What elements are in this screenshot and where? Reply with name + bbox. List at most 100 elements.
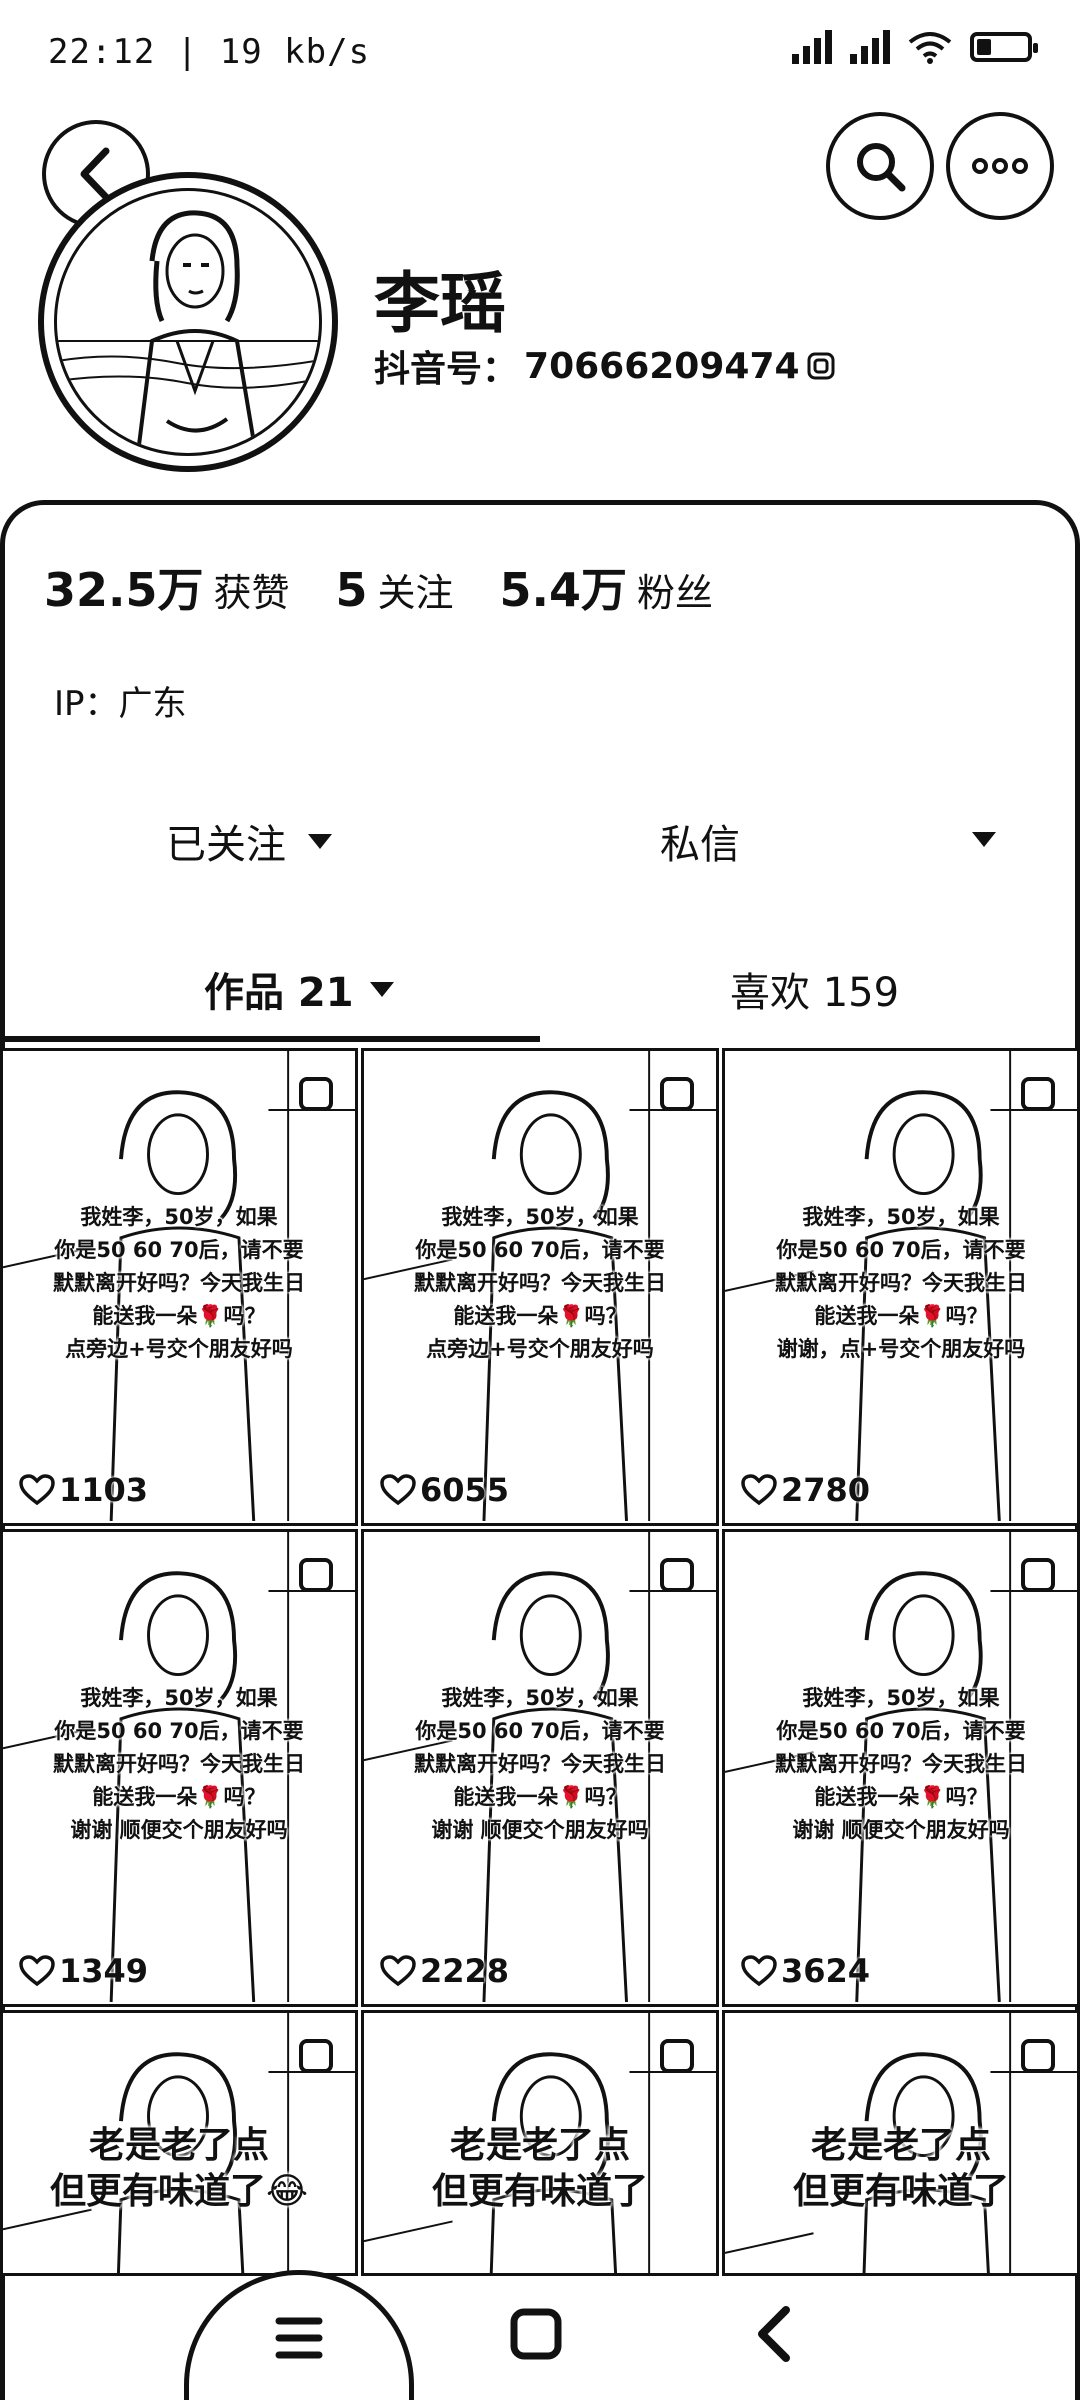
back-chevron-icon [758,2306,790,2362]
video-caption: 我姓李，50岁，如果你是50 60 70后，请不要 默默离开好吗？今天我生日 能送我… [725,1201,1077,1366]
heart-icon [19,1474,55,1506]
video-tile[interactable]: 老是老了点 但更有味道了😂 [0,2010,358,2276]
video-tile[interactable]: 我姓李，50岁，如果你是50 60 70后，请不要 默默离开好吗？今天我生日 能送我… [361,1529,719,2007]
like-count-value: 1103 [59,1471,149,1509]
caption-line: 点旁边+号交个朋友好吗 [65,1337,293,1361]
caption-line: 老是老了点 [88,2125,269,2166]
following-label[interactable]: 关注 [378,562,454,617]
caption-line: 我姓李，50岁，如果 [80,1205,278,1229]
caption-line: 我姓李，50岁，如果 [802,1205,1000,1229]
more-options-caret-icon[interactable] [972,832,996,847]
heart-icon [741,1955,777,1987]
like-count-value: 2780 [781,1471,871,1509]
select-checkbox[interactable] [299,1077,333,1111]
caption-line: 能送我一朵🌹吗？ [92,1304,266,1328]
select-checkbox[interactable] [1021,1077,1055,1111]
signal-icon [792,30,832,64]
more-dots-icon [972,158,1028,174]
followers-label[interactable]: 粉丝 [637,562,713,617]
video-like-count: 3624 [741,1952,870,1990]
caption-line: 我姓李，50岁，如果 [80,1686,278,1710]
video-caption: 老是老了点但更有味道了 [364,2123,716,2215]
likes-received-count[interactable]: 32.5万 [44,554,204,620]
caption-line: 我姓李，50岁，如果 [802,1686,1000,1710]
heart-icon [380,1474,416,1506]
following-count[interactable]: 5 [336,563,368,617]
message-button[interactable]: 私信 [660,812,740,870]
caption-line: 你是50 60 70后，请不要 [776,1238,1026,1262]
caret-down-icon [308,833,332,849]
video-caption: 我姓李，50岁，如果 你是50 60 70后，请不要 默默离开好吗？今天我生日 能送我… [3,1682,355,1847]
caption-line: 能送我一朵🌹吗？ [814,1304,988,1328]
video-tile[interactable]: 老是老了点但更有味道了 [361,2010,719,2276]
caption-line: 默默离开好吗？今天我生日 [53,1752,305,1776]
avatar-image [54,188,322,456]
caption-line: 你是50 60 70后，请不要 [776,1719,1026,1743]
video-tile[interactable]: 我姓李，50岁，如果 你是50 60 70后，请不要 默默离开好吗？今天我生日 能送我… [0,1048,358,1526]
caption-line: 点旁边+号交个朋友好吗 [426,1337,654,1361]
likes-received-label[interactable]: 获赞 [214,562,290,617]
caption-line: 能送我一朵🌹吗？ [92,1785,266,1809]
select-checkbox[interactable] [299,2039,333,2073]
status-icons [792,30,1038,64]
tab-works[interactable]: 作品 21 [204,960,394,1018]
portrait-sketch [57,210,319,453]
menu-icon [275,2317,323,2358]
avatar[interactable] [38,172,338,472]
nav-back-button[interactable] [750,2304,800,2368]
caret-down-icon [369,981,394,997]
battery-icon [970,32,1038,62]
video-tile[interactable]: 我姓李，50岁，如果你是50 60 70后，请不要 默默离开好吗？今天我生日 能送我… [722,1048,1080,1526]
caption-line: 老是老了点 [449,2125,630,2166]
caption-line: 你是50 60 70后，请不要 [415,1719,665,1743]
tab-likes[interactable]: 喜欢 159 [730,960,899,1018]
caption-line: 默默离开好吗？今天我生日 [414,1752,666,1776]
wifi-icon [908,32,952,64]
video-tile[interactable]: 我姓李，50岁，如果 你是50 60 70后，请不要 默默离开好吗？今天我生日 能送我… [361,1048,719,1526]
followed-button[interactable]: 已关注 [166,812,332,870]
caption-line: 能送我一朵🌹吗？ [453,1785,627,1809]
video-caption: 老是老了点 但更有味道了😂 [3,2123,355,2215]
signal-icon-2 [850,30,890,64]
select-checkbox[interactable] [660,1558,694,1592]
followers-count[interactable]: 5.4万 [500,554,628,620]
caption-line: 默默离开好吗？今天我生日 [775,1752,1027,1776]
video-caption: 我姓李，50岁，如果你是50 60 70后，请不要 默默离开好吗？今天我生日 能送我… [725,1682,1077,1847]
caption-line: 我姓李，50岁，如果 [441,1686,639,1710]
caption-line: 你是50 60 70后，请不要 [415,1238,665,1262]
tab-likes-label: 喜欢 159 [730,970,900,1016]
status-bar: 22:12 | 19 kb/s [0,0,1080,105]
heart-icon [741,1474,777,1506]
home-square-icon [510,2308,562,2360]
select-checkbox[interactable] [1021,2039,1055,2073]
content-tabs: 作品 21 喜欢 159 [0,960,1080,1040]
like-count-value: 3624 [781,1952,871,1990]
caption-line: 能送我一朵🌹吗？ [814,1785,988,1809]
like-count-value: 2228 [420,1952,510,1990]
heart-icon [380,1955,416,1987]
caption-line: 我姓李，50岁，如果 [441,1205,639,1229]
caption-line: 谢谢 顺便交个朋友好吗 [70,1818,288,1842]
caption-line: 默默离开好吗？今天我生日 [775,1271,1027,1295]
select-checkbox[interactable] [660,1077,694,1111]
video-tile[interactable]: 我姓李，50岁，如果 你是50 60 70后，请不要 默默离开好吗？今天我生日 能送我… [0,1529,358,2007]
video-like-count: 6055 [380,1471,509,1509]
caption-line: 默默离开好吗？今天我生日 [53,1271,305,1295]
select-checkbox[interactable] [660,2039,694,2073]
video-like-count: 1349 [19,1952,148,1990]
caption-line: 能送我一朵🌹吗？ [453,1304,627,1328]
copy-icon[interactable] [806,351,836,381]
select-checkbox[interactable] [1021,1558,1055,1592]
caption-line: 谢谢 顺便交个朋友好吗 [792,1818,1010,1842]
select-checkbox[interactable] [299,1558,333,1592]
video-tile[interactable]: 老是老了点 但更有味道了 [722,2010,1080,2276]
video-tile[interactable]: 我姓李，50岁，如果你是50 60 70后，请不要 默默离开好吗？今天我生日 能送我… [722,1529,1080,2007]
search-button[interactable] [826,112,934,220]
nav-home-button[interactable] [506,2304,566,2368]
caption-line: 但更有味道了 [431,2171,648,2212]
caption-line: 但更有味道了 [792,2171,1009,2212]
video-like-count: 2780 [741,1471,870,1509]
video-grid: 我姓李，50岁，如果 你是50 60 70后，请不要 默默离开好吗？今天我生日 能送我… [0,1048,1080,2400]
followed-label: 已关注 [166,822,286,868]
more-button[interactable] [946,112,1054,220]
